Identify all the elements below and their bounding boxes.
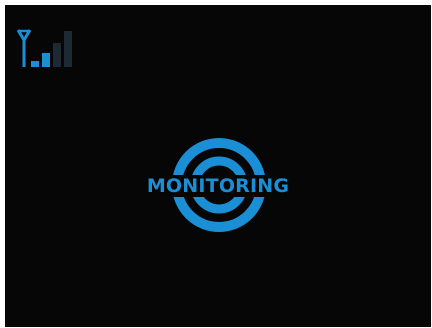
status-label-text: MONITORING [145, 175, 291, 197]
monitoring-status: MONITORING [5, 5, 431, 327]
device-screen: MONITORING [5, 5, 431, 327]
status-label: MONITORING [5, 172, 431, 200]
